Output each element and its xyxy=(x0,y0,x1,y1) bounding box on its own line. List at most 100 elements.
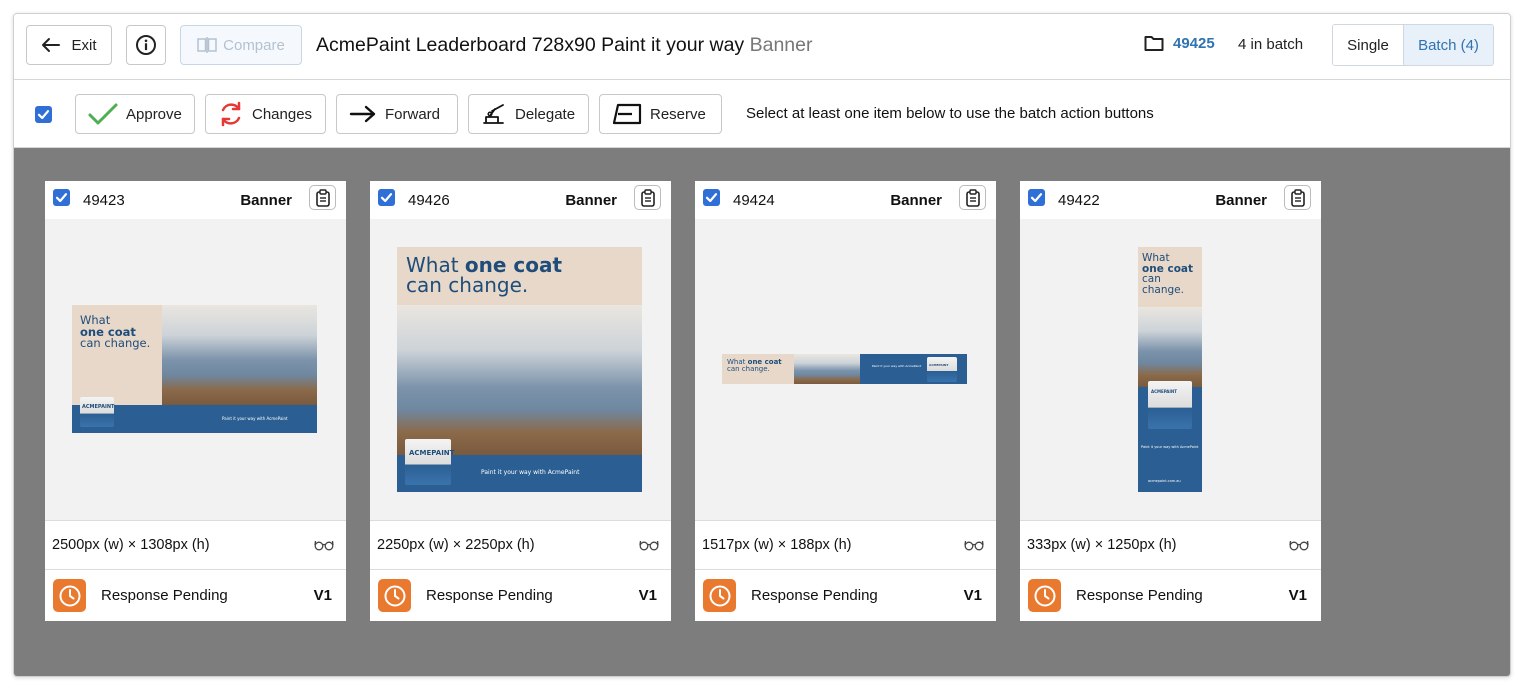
card-version: V1 xyxy=(638,587,657,604)
card-notes-button[interactable] xyxy=(959,185,986,210)
card-status-row: Response Pending V1 xyxy=(45,570,346,621)
forward-button[interactable]: Forward xyxy=(336,94,458,134)
check-icon xyxy=(55,193,68,203)
card-dimensions: 2500px (w) × 1308px (h) xyxy=(52,537,210,553)
card-header: 49422 Banner xyxy=(1020,181,1321,219)
glasses-icon[interactable] xyxy=(964,539,984,551)
batch-id-link[interactable]: 49425 xyxy=(1173,35,1215,52)
changes-label: Changes xyxy=(252,105,313,123)
clock-icon xyxy=(378,579,411,612)
glasses-icon[interactable] xyxy=(1289,539,1309,551)
card-dimensions: 1517px (w) × 188px (h) xyxy=(702,537,852,553)
card-checkbox[interactable] xyxy=(1028,189,1045,206)
card-checkbox[interactable] xyxy=(378,189,395,206)
banner-thumbnail: What one coat can change. ACMEPAINT Pain… xyxy=(72,305,317,433)
folder-icon xyxy=(1144,36,1164,51)
card-type: Banner xyxy=(890,192,942,209)
info-button[interactable] xyxy=(126,25,166,65)
card-type: Banner xyxy=(240,192,292,209)
card-header: 49424 Banner xyxy=(695,181,996,219)
check-icon xyxy=(705,193,718,203)
card-preview[interactable]: What one coat can change. ACMEPAINT Pain… xyxy=(370,219,671,520)
check-icon xyxy=(37,110,50,120)
card-dimensions-row: 1517px (w) × 188px (h) xyxy=(695,520,996,570)
check-icon xyxy=(380,193,393,203)
view-single-button[interactable]: Single xyxy=(1333,25,1403,65)
compare-icon xyxy=(197,37,217,53)
clock-icon xyxy=(1028,579,1061,612)
check-icon xyxy=(1030,193,1043,203)
delegate-button[interactable]: Delegate xyxy=(468,94,589,134)
card-preview[interactable]: What one coat can change. ACMEPAINT Pain… xyxy=(1020,219,1321,520)
delegate-icon xyxy=(483,104,504,124)
approve-button[interactable]: Approve xyxy=(75,94,195,134)
arrow-right-icon xyxy=(349,105,376,123)
card-header: 49426 Banner xyxy=(370,181,671,219)
card-status: Response Pending xyxy=(1076,587,1203,604)
review-window: Exit Compare AcmePaint Leaderboard 728x9… xyxy=(13,13,1511,677)
card-dimensions: 2250px (w) × 2250px (h) xyxy=(377,537,535,553)
card-checkbox[interactable] xyxy=(53,189,70,206)
card-status: Response Pending xyxy=(426,587,553,604)
banner-thumbnail: What one coat can change. ACMEPAINT Pain… xyxy=(397,247,642,492)
clock-icon xyxy=(53,579,86,612)
approve-label: Approve xyxy=(126,105,182,123)
card-id: 49423 xyxy=(83,192,125,209)
card-dimensions-row: 2250px (w) × 2250px (h) xyxy=(370,520,671,570)
asset-card[interactable]: 49426 Banner What one coat can change. A… xyxy=(370,181,671,621)
clipboard-icon xyxy=(1290,188,1305,207)
card-notes-button[interactable] xyxy=(634,185,661,210)
glasses-icon[interactable] xyxy=(639,539,659,551)
reserve-button[interactable]: Reserve xyxy=(599,94,722,134)
card-type: Banner xyxy=(1215,192,1267,209)
card-preview[interactable]: What one coat can change. ACMEPAINT Pain… xyxy=(45,219,346,520)
title-type: Banner xyxy=(749,34,813,56)
asset-card[interactable]: 49422 Banner What one coat can change. A… xyxy=(1020,181,1321,621)
refresh-icon xyxy=(221,101,241,127)
delegate-label: Delegate xyxy=(515,105,576,123)
card-version: V1 xyxy=(313,587,332,604)
view-batch-button[interactable]: Batch (4) xyxy=(1403,25,1493,65)
banner-thumbnail: What one coat can change. ACMEPAINT Pain… xyxy=(1138,247,1202,492)
glasses-icon[interactable] xyxy=(314,539,334,551)
compare-button[interactable]: Compare xyxy=(180,25,302,65)
card-preview[interactable]: What one coat can change. Paint it your … xyxy=(695,219,996,520)
asset-card[interactable]: 49424 Banner What one coat can change. P… xyxy=(695,181,996,621)
card-status-row: Response Pending V1 xyxy=(370,570,671,621)
reserve-label: Reserve xyxy=(650,105,706,123)
compare-label: Compare xyxy=(223,36,285,54)
banner-thumbnail: What one coat can change. Paint it your … xyxy=(722,354,967,384)
changes-button[interactable]: Changes xyxy=(205,94,326,134)
card-notes-button[interactable] xyxy=(309,185,336,210)
card-type: Banner xyxy=(565,192,617,209)
card-version: V1 xyxy=(1288,587,1307,604)
clipboard-icon xyxy=(315,188,330,207)
batch-toolbar: Approve Changes Forward Delegate Reserve… xyxy=(14,80,1510,148)
card-dimensions-row: 333px (w) × 1250px (h) xyxy=(1020,520,1321,570)
forward-label: Forward xyxy=(385,105,441,123)
card-id: 49426 xyxy=(408,192,450,209)
card-dimensions-row: 2500px (w) × 1308px (h) xyxy=(45,520,346,570)
asset-card[interactable]: 49423 Banner What one coat can change. A… xyxy=(45,181,346,621)
card-dimensions: 333px (w) × 1250px (h) xyxy=(1027,537,1177,553)
card-id: 49422 xyxy=(1058,192,1100,209)
card-status: Response Pending xyxy=(751,587,878,604)
batch-count: 4 in batch xyxy=(1238,36,1304,53)
page-title: AcmePaint Leaderboard 728x90 Paint it yo… xyxy=(316,34,812,57)
reserve-icon xyxy=(612,103,642,125)
clipboard-icon xyxy=(965,188,980,207)
info-icon xyxy=(136,35,156,55)
clipboard-icon xyxy=(640,188,655,207)
card-notes-button[interactable] xyxy=(1284,185,1311,210)
card-id: 49424 xyxy=(733,192,775,209)
clock-icon xyxy=(703,579,736,612)
exit-label: Exit xyxy=(71,36,97,54)
card-checkbox[interactable] xyxy=(703,189,720,206)
checkmark-icon xyxy=(88,103,118,125)
exit-button[interactable]: Exit xyxy=(26,25,112,65)
card-version: V1 xyxy=(963,587,982,604)
card-status: Response Pending xyxy=(101,587,228,604)
view-toggle: Single Batch (4) xyxy=(1332,24,1494,66)
select-all-checkbox[interactable] xyxy=(35,106,52,123)
card-status-row: Response Pending V1 xyxy=(695,570,996,621)
